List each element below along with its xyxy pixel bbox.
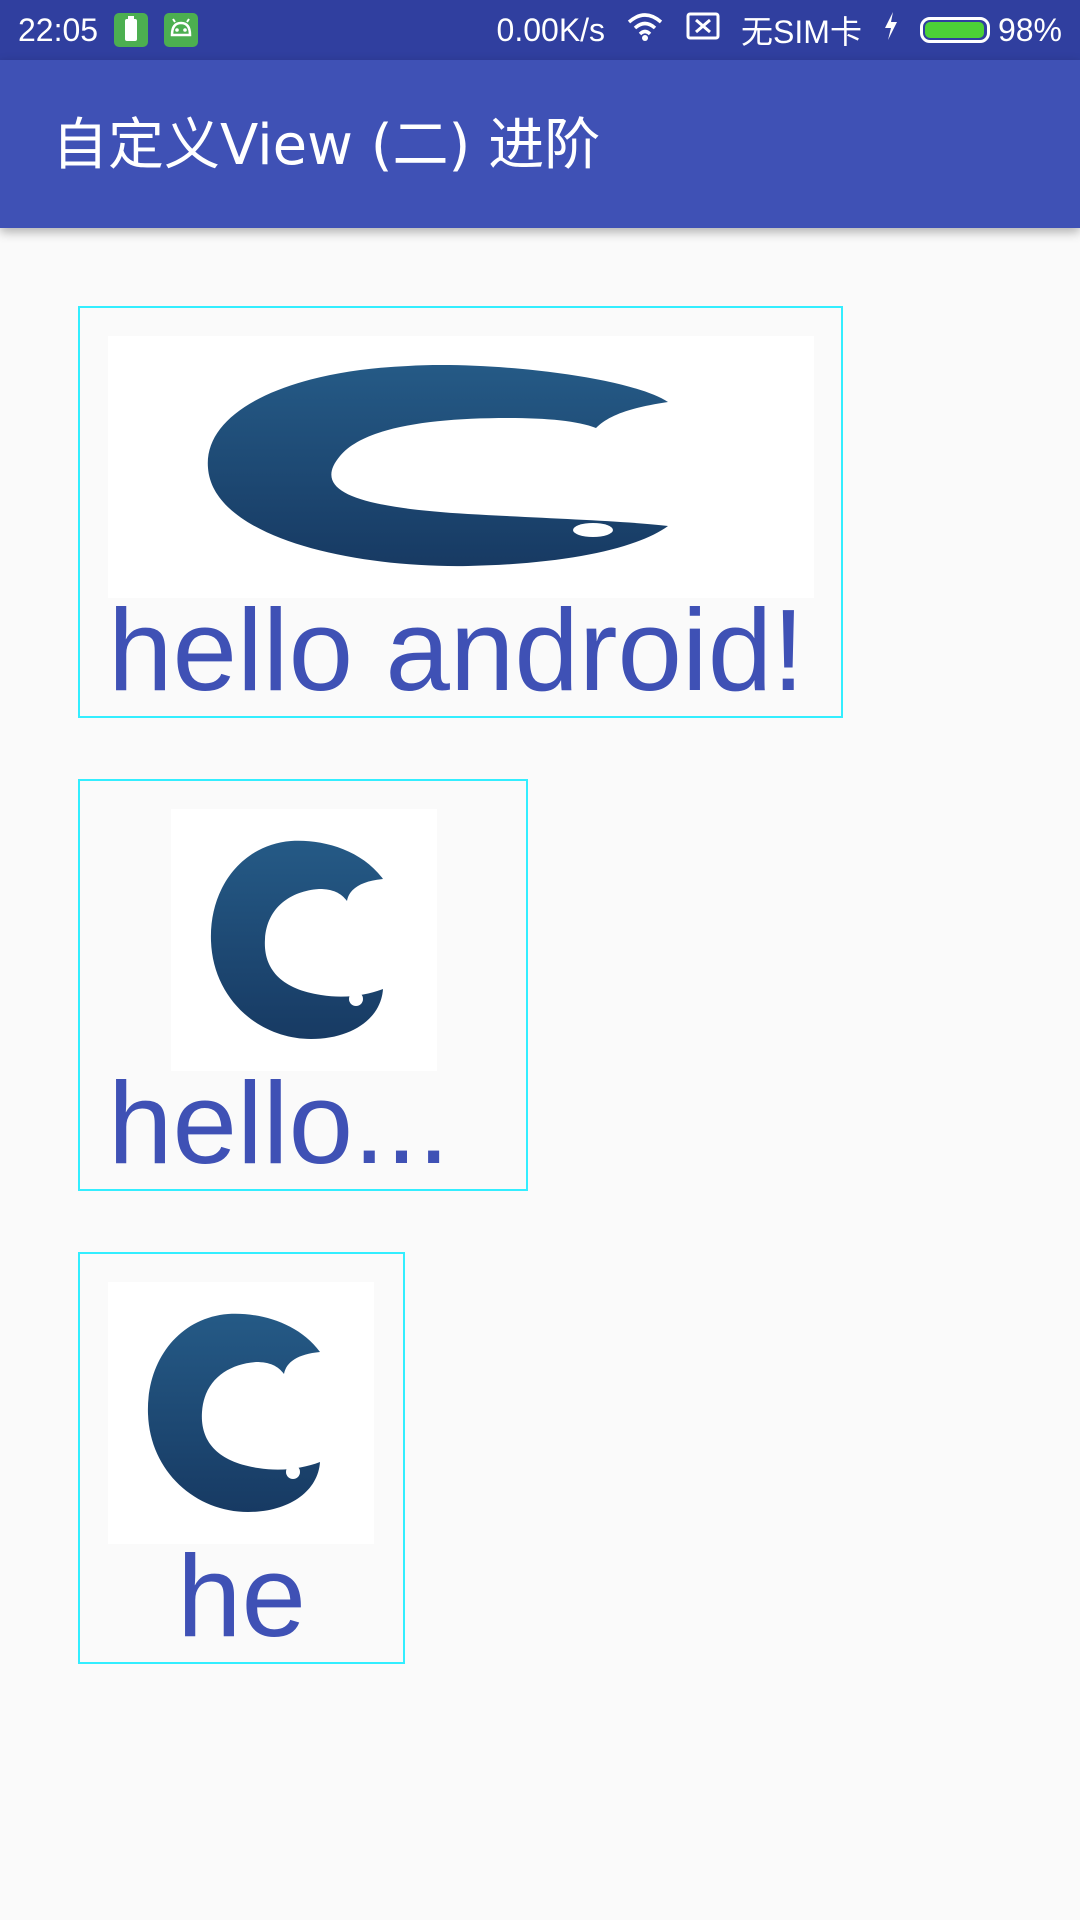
card-label: hello... — [108, 1058, 450, 1188]
page-title: 自定义View (二) 进阶 — [52, 113, 601, 178]
card-label: he — [176, 1531, 307, 1661]
wifi-icon — [625, 10, 665, 50]
sim-status: 无SIM卡 — [741, 14, 862, 50]
battery-percent: 98% — [997, 11, 1062, 48]
status-bar-right: 0.00K/s 无SIM卡 98% — [477, 0, 1062, 60]
charging-icon — [882, 10, 900, 50]
no-sim-icon — [685, 10, 721, 50]
custom-view-card-2: hello... — [78, 779, 528, 1191]
app-bar: 自定义View (二) 进阶 — [0, 60, 1080, 228]
battery-notification-icon — [114, 13, 149, 47]
battery-icon — [919, 17, 990, 43]
status-time: 22:05 — [18, 11, 99, 48]
logo-image-wide — [108, 336, 814, 598]
card-label: hello android! — [108, 585, 805, 715]
custom-view-card-1: hello android! — [78, 306, 843, 718]
logo-image — [108, 1282, 374, 1544]
custom-view-card-3: he — [78, 1252, 405, 1664]
status-bar: 22:05 0.00K/s 无SIM卡 98% — [0, 0, 1080, 60]
battery-level-fill — [924, 22, 984, 38]
logo-image — [171, 809, 437, 1071]
status-bar-left: 22:05 — [18, 0, 199, 60]
network-speed: 0.00K/s — [496, 11, 606, 48]
android-notification-icon — [164, 13, 199, 47]
